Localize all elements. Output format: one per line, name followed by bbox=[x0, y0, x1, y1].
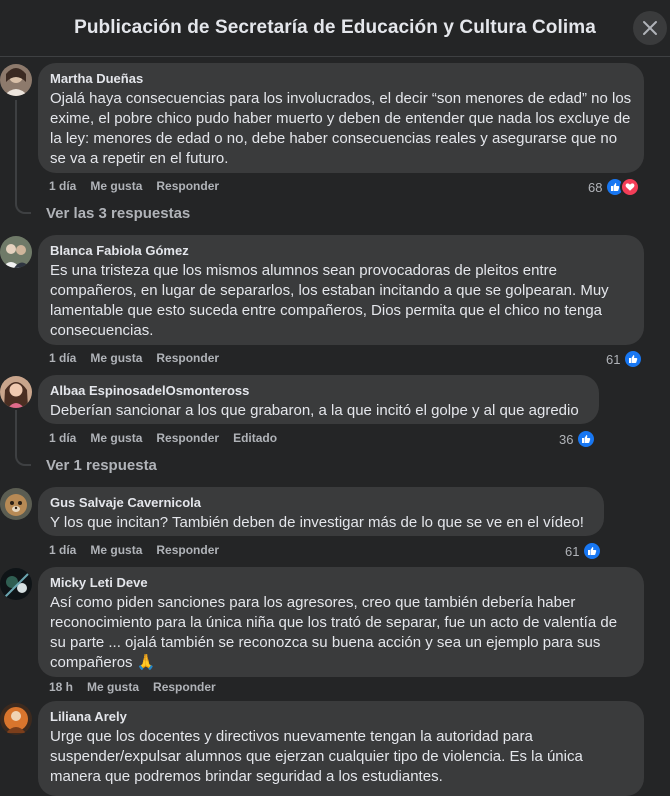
comment-time[interactable]: 1 día bbox=[49, 351, 76, 365]
avatar[interactable] bbox=[0, 64, 32, 96]
comment-time[interactable]: 1 día bbox=[49, 431, 76, 445]
like-button[interactable]: Me gusta bbox=[90, 179, 142, 193]
thread-line bbox=[15, 100, 17, 200]
comment-actions: 1 día Me gusta Responder bbox=[49, 351, 219, 365]
like-button[interactable]: Me gusta bbox=[90, 431, 142, 445]
like-button[interactable]: Me gusta bbox=[90, 351, 142, 365]
dialog-title: Publicación de Secretaría de Educación y… bbox=[74, 17, 596, 38]
comment-text: Y los que incitan? También deben de inve… bbox=[50, 514, 584, 531]
edited-label: Editado bbox=[233, 431, 278, 445]
comment-text: Deberían sancionar a los que grabaron, a… bbox=[50, 402, 579, 419]
reaction-summary[interactable]: 36 bbox=[559, 429, 597, 449]
comment-actions: 1 día Me gusta Responder bbox=[49, 179, 219, 193]
view-replies-link[interactable]: Ver las 3 respuestas bbox=[46, 205, 190, 222]
avatar[interactable] bbox=[0, 568, 32, 600]
like-icon bbox=[576, 429, 597, 449]
comment-bubble: Micky Leti Deve Así como piden sanciones… bbox=[38, 567, 644, 677]
avatar[interactable] bbox=[0, 236, 32, 268]
comment-time[interactable]: 18 h bbox=[49, 680, 73, 694]
love-icon bbox=[620, 177, 641, 197]
close-icon bbox=[643, 21, 657, 35]
thread-elbow bbox=[15, 196, 31, 214]
comment-author[interactable]: Gus Salvaje Cavernicola bbox=[50, 494, 592, 511]
comment-bubble: Albaa EspinosadelOsmonteross Deberían sa… bbox=[38, 375, 599, 424]
comment-bubble: Liliana Arely Urge que los docentes y di… bbox=[38, 701, 644, 796]
comment-author[interactable]: Albaa EspinosadelOsmonteross bbox=[50, 382, 587, 399]
comment-text: Urge que los docentes y directivos nueva… bbox=[50, 728, 583, 785]
comment-text: Así como piden sanciones para los agreso… bbox=[50, 594, 618, 671]
reply-button[interactable]: Responder bbox=[156, 431, 219, 445]
reaction-count: 61 bbox=[565, 543, 580, 559]
like-button[interactable]: Me gusta bbox=[90, 543, 142, 557]
reaction-summary[interactable]: 61 bbox=[565, 541, 603, 561]
comment-actions: 1 día Me gusta Responder Editado bbox=[49, 431, 277, 445]
comment-author[interactable]: Liliana Arely bbox=[50, 708, 632, 725]
reaction-count: 68 bbox=[588, 179, 603, 195]
comment-time[interactable]: 1 día bbox=[49, 543, 76, 557]
comment-author[interactable]: Martha Dueñas bbox=[50, 70, 632, 87]
comment-text: Es una tristeza que los mismos alumnos s… bbox=[50, 262, 609, 339]
thread-elbow bbox=[15, 448, 31, 466]
like-icon bbox=[582, 541, 603, 561]
thread-line bbox=[15, 410, 17, 452]
comment-actions: 1 día Me gusta Responder bbox=[49, 543, 219, 557]
reply-button[interactable]: Responder bbox=[153, 680, 216, 694]
like-icon bbox=[623, 349, 644, 369]
reaction-summary[interactable]: 68 bbox=[588, 177, 641, 197]
reaction-summary[interactable]: 61 bbox=[606, 349, 644, 369]
comment-bubble: Martha Dueñas Ojalá haya consecuencias p… bbox=[38, 63, 644, 173]
reply-button[interactable]: Responder bbox=[156, 351, 219, 365]
dialog-header: Publicación de Secretaría de Educación y… bbox=[0, 0, 670, 57]
comment-time[interactable]: 1 día bbox=[49, 179, 76, 193]
avatar[interactable] bbox=[0, 703, 32, 735]
reaction-count: 61 bbox=[606, 351, 621, 367]
close-button[interactable] bbox=[633, 11, 667, 45]
comment-bubble: Gus Salvaje Cavernicola Y los que incita… bbox=[38, 487, 604, 536]
view-replies-link[interactable]: Ver 1 respuesta bbox=[46, 457, 157, 474]
reaction-count: 36 bbox=[559, 431, 574, 447]
comment-bubble: Blanca Fabiola Gómez Es una tristeza que… bbox=[38, 235, 644, 345]
reply-button[interactable]: Responder bbox=[156, 179, 219, 193]
comment-actions: 18 h Me gusta Responder bbox=[49, 680, 216, 694]
avatar[interactable] bbox=[0, 488, 32, 520]
like-button[interactable]: Me gusta bbox=[87, 680, 139, 694]
comment-text: Ojalá haya consecuencias para los involu… bbox=[50, 90, 632, 167]
comment-author[interactable]: Micky Leti Deve bbox=[50, 574, 632, 591]
avatar[interactable] bbox=[0, 376, 32, 408]
reply-button[interactable]: Responder bbox=[156, 543, 219, 557]
comment-author[interactable]: Blanca Fabiola Gómez bbox=[50, 242, 632, 259]
